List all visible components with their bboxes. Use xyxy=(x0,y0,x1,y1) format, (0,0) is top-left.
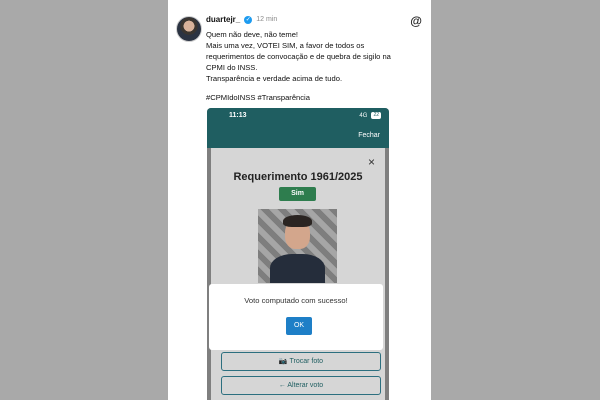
post-text: Quem não deve, não teme! Mais uma vez, V… xyxy=(206,29,421,84)
post-text-line: CPMI do INSS. xyxy=(206,63,258,72)
success-modal: Voto computado com sucesso! OK xyxy=(209,284,383,350)
camera-icon: 📷 xyxy=(278,358,288,365)
close-link[interactable]: Fechar xyxy=(358,132,380,139)
modal-message: Voto computado com sucesso! xyxy=(244,296,348,305)
hashtags[interactable]: #CPMIdoINSS #Transparência xyxy=(206,93,310,102)
vote-card: × Requerimento 1961/2025 Sim 📷 Trocar fo… xyxy=(211,148,385,400)
trocar-foto-label: Trocar foto xyxy=(289,358,324,365)
threads-icon[interactable]: @ xyxy=(410,14,422,28)
alterar-voto-button[interactable]: ← Alterar voto xyxy=(221,376,381,395)
username[interactable]: duartejr_ xyxy=(206,15,240,24)
post-text-line: Quem não deve, não teme! xyxy=(206,30,299,39)
post-text-line: Mais uma vez, VOTEI SIM, a favor de todo… xyxy=(206,41,365,50)
network-label: 4G xyxy=(359,112,368,119)
ok-button[interactable]: OK xyxy=(286,317,312,335)
phone-clock: 11:13 xyxy=(229,112,247,119)
close-icon[interactable]: × xyxy=(368,155,375,169)
voter-photo xyxy=(258,209,337,283)
photo-body xyxy=(270,254,325,283)
vote-sim-button[interactable]: Sim xyxy=(279,187,316,201)
embedded-phone-screenshot: 11:13 4G 22 Fechar × Requerimento 1961/2… xyxy=(207,108,389,400)
battery-level: 22 xyxy=(371,112,381,119)
trocar-foto-button[interactable]: 📷 Trocar foto xyxy=(221,352,381,371)
alterar-voto-label: Alterar voto xyxy=(287,382,324,389)
phone-status-bar: 11:13 4G 22 xyxy=(207,108,389,126)
phone-top-bar: Fechar xyxy=(207,126,389,148)
avatar[interactable] xyxy=(176,16,202,42)
post-header: duartejr_ ✓ 12 min xyxy=(206,15,277,24)
post-time: 12 min xyxy=(256,16,278,23)
photo-hair xyxy=(283,215,312,227)
post-text-line: Transparência e verdade acima de tudo. xyxy=(206,74,343,83)
post-text-line: requerimentos de convocação e de quebra … xyxy=(206,52,391,61)
phone-status-right: 4G 22 xyxy=(359,112,381,119)
arrow-left-icon: ← xyxy=(278,382,286,389)
verified-badge-icon: ✓ xyxy=(244,15,253,24)
threads-post: duartejr_ ✓ 12 min @ Quem não deve, não … xyxy=(168,0,431,400)
requirement-title: Requerimento 1961/2025 xyxy=(233,171,363,183)
